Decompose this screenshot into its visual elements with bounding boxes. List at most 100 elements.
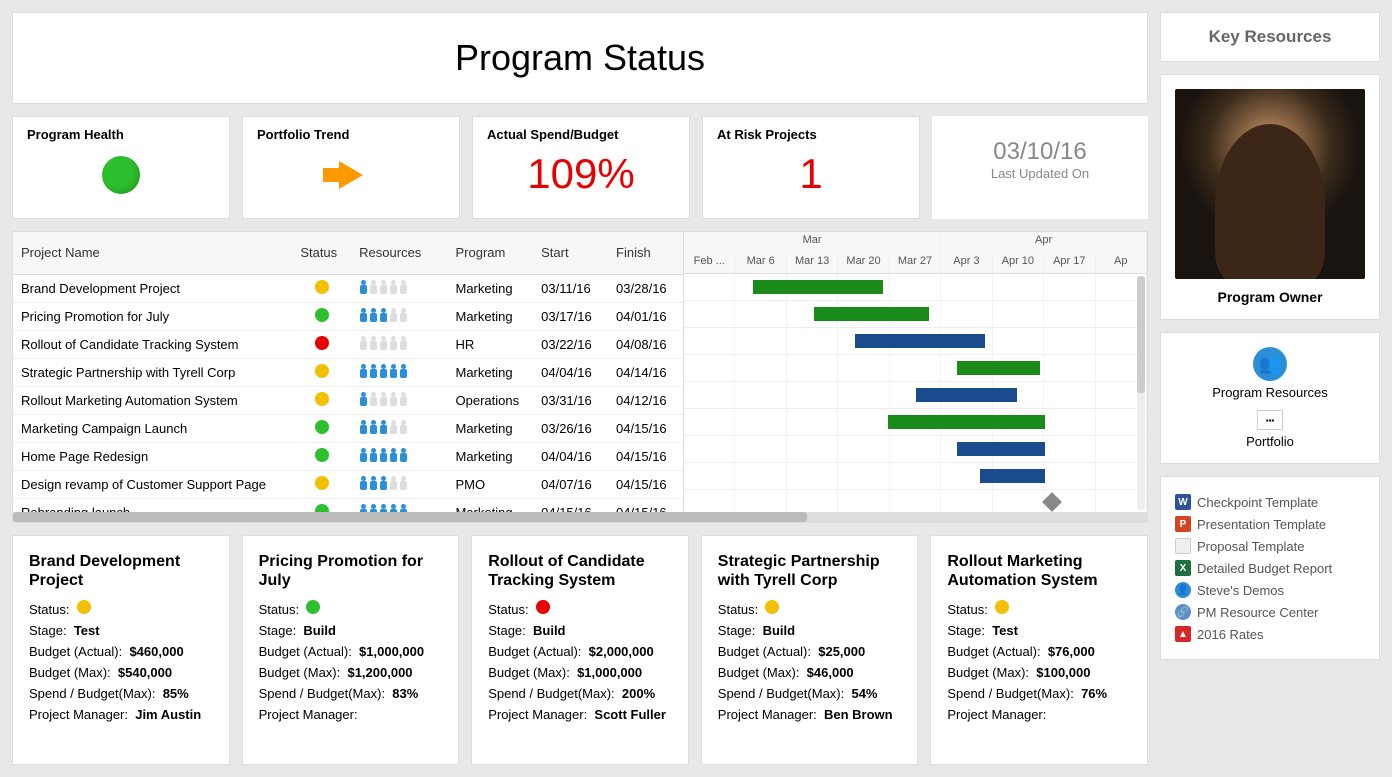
card-status: Status: [259, 600, 443, 617]
table-row[interactable]: Rollout of Candidate Tracking System HR … [13, 330, 683, 358]
table-row[interactable]: Rollout Marketing Automation System Oper… [13, 386, 683, 414]
milestone-diamond-icon [1042, 492, 1062, 512]
doc-link[interactable]: 🔗PM Resource Center [1175, 601, 1365, 623]
project-card[interactable]: Pricing Promotion for July Status: Stage… [242, 535, 460, 765]
person-icon [389, 420, 398, 434]
person-icon [369, 476, 378, 490]
card-status: Status: [718, 600, 902, 617]
person-icon [389, 364, 398, 378]
title-panel: Program Status [12, 12, 1148, 104]
person-icon [369, 420, 378, 434]
grid-table[interactable]: Project Name Status Resources Program St… [13, 232, 683, 512]
gantt-row[interactable] [684, 436, 1147, 463]
kpi-at-risk[interactable]: At Risk Projects 1 [702, 116, 920, 219]
doc-link[interactable]: PPresentation Template [1175, 513, 1365, 535]
col-program[interactable]: Program [448, 232, 534, 274]
person-icon [399, 448, 408, 462]
gantt-bar[interactable] [888, 415, 1045, 429]
pdf-file-icon: ▲ [1175, 626, 1191, 642]
project-card[interactable]: Strategic Partnership with Tyrell Corp S… [701, 535, 919, 765]
doc-link[interactable]: 👤Steve's Demos [1175, 579, 1365, 601]
table-row[interactable]: Brand Development Project Marketing 03/1… [13, 274, 683, 302]
person-icon [369, 504, 378, 513]
person-icon [359, 476, 368, 490]
cell-name: Marketing Campaign Launch [13, 414, 292, 442]
word-file-icon: W [1175, 494, 1191, 510]
cell-start: 03/11/16 [533, 274, 608, 302]
table-row[interactable]: Rebranding launch Marketing 04/15/16 04/… [13, 498, 683, 512]
kpi-spend-budget[interactable]: Actual Spend/Budget 109% [472, 116, 690, 219]
portfolio-link[interactable]: ▪▪▪ Portfolio [1175, 410, 1365, 449]
gantt-bar[interactable] [814, 307, 930, 321]
gantt-row[interactable] [684, 409, 1147, 436]
xls-file-icon: X [1175, 560, 1191, 576]
cell-start: 04/07/16 [533, 470, 608, 498]
gantt-row[interactable] [684, 355, 1147, 382]
col-resources[interactable]: Resources [351, 232, 447, 274]
status-dot-icon [536, 600, 550, 614]
table-row[interactable]: Design revamp of Customer Support Page P… [13, 470, 683, 498]
status-dot-icon [315, 392, 329, 406]
updated-date: 03/10/16 [946, 138, 1134, 166]
cell-start: 03/31/16 [533, 386, 608, 414]
col-name[interactable]: Project Name [13, 232, 292, 274]
project-card[interactable]: Rollout of Candidate Tracking System Sta… [471, 535, 689, 765]
gantt-bar[interactable] [855, 334, 985, 348]
card-actual: Budget (Actual): $25,000 [718, 644, 902, 659]
gantt-row[interactable] [684, 328, 1147, 355]
table-row[interactable]: Pricing Promotion for July Marketing 03/… [13, 302, 683, 330]
cell-status [292, 358, 351, 386]
person-icon [359, 308, 368, 322]
person-icon [379, 476, 388, 490]
vertical-scrollbar[interactable] [1137, 276, 1145, 510]
program-resources-link[interactable]: 👥 Program Resources [1175, 347, 1365, 400]
table-row[interactable]: Strategic Partnership with Tyrell Corp M… [13, 358, 683, 386]
cell-resources [351, 470, 447, 498]
card-pm: Project Manager: Ben Brown [718, 707, 902, 722]
status-dot-icon [315, 420, 329, 434]
gantt-bar[interactable] [957, 361, 1040, 375]
program-owner-panel[interactable]: Program Owner [1160, 74, 1380, 320]
doc-link[interactable]: W Checkpoint Template [1175, 491, 1365, 513]
gantt-bar[interactable] [957, 442, 1045, 456]
gantt-header: MarApr Feb ...Mar 6Mar 13Mar 20Mar 27Apr… [684, 232, 1147, 274]
doc-label: 2016 Rates [1197, 627, 1264, 642]
card-max: Budget (Max): $540,000 [29, 665, 213, 680]
gantt-bar[interactable] [753, 280, 883, 294]
gantt-row[interactable] [684, 463, 1147, 490]
horizontal-scrollbar[interactable] [13, 512, 1147, 522]
gantt-chart[interactable]: MarApr Feb ...Mar 6Mar 13Mar 20Mar 27Apr… [683, 232, 1147, 512]
col-start[interactable]: Start [533, 232, 608, 274]
person-icon [379, 280, 388, 294]
cell-resources [351, 498, 447, 512]
person-icon [379, 336, 388, 350]
card-pm: Project Manager: Scott Fuller [488, 707, 672, 722]
person-icon [379, 420, 388, 434]
gantt-bar[interactable] [980, 469, 1045, 483]
gantt-bar[interactable] [916, 388, 1018, 402]
gantt-row[interactable] [684, 301, 1147, 328]
doc-label: Presentation Template [1197, 517, 1326, 532]
cell-status [292, 470, 351, 498]
col-finish[interactable]: Finish [608, 232, 683, 274]
doc-link[interactable]: Proposal Template [1175, 535, 1365, 557]
kpi-portfolio-trend[interactable]: Portfolio Trend [242, 116, 460, 219]
kpi-label: Actual Spend/Budget [487, 127, 675, 142]
gantt-row[interactable] [684, 490, 1147, 512]
kpi-program-health[interactable]: Program Health [12, 116, 230, 219]
table-row[interactable]: Marketing Campaign Launch Marketing 03/2… [13, 414, 683, 442]
cell-status [292, 274, 351, 302]
project-card[interactable]: Brand Development Project Status: Stage:… [12, 535, 230, 765]
doc-link[interactable]: ▲ 2016 Rates [1175, 623, 1365, 645]
doc-link[interactable]: XDetailed Budget Report [1175, 557, 1365, 579]
cell-resources [351, 330, 447, 358]
gantt-row[interactable] [684, 274, 1147, 301]
col-status[interactable]: Status [292, 232, 351, 274]
project-card[interactable]: Rollout Marketing Automation System Stat… [930, 535, 1148, 765]
cell-status [292, 442, 351, 470]
gantt-row[interactable] [684, 382, 1147, 409]
table-row[interactable]: Home Page Redesign Marketing 04/04/16 04… [13, 442, 683, 470]
person-icon [379, 504, 388, 513]
doc-label: Checkpoint Template [1197, 495, 1318, 510]
cell-resources [351, 442, 447, 470]
